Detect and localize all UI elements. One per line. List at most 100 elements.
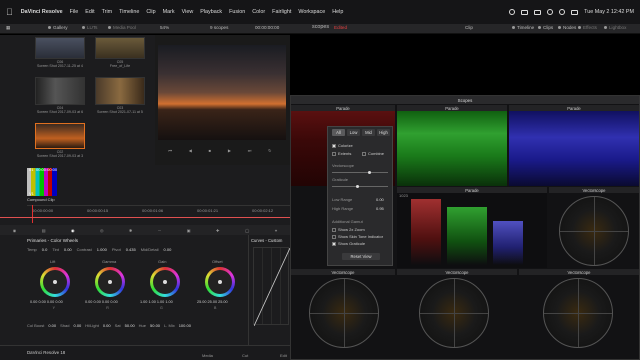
color-warper-icon[interactable]: ▣ (187, 228, 191, 233)
show-graticule-checkbox[interactable]: Show Graticule (332, 241, 365, 246)
contrast-value[interactable]: 1.000 (97, 247, 107, 252)
menu-file[interactable]: File (70, 9, 79, 15)
viewer-image[interactable] (158, 45, 286, 140)
menu-help[interactable]: Help (332, 9, 343, 15)
search-icon[interactable] (559, 9, 566, 15)
menu-fusion[interactable]: Fusion (229, 9, 245, 15)
battery-icon[interactable] (534, 9, 542, 15)
curves-graph[interactable] (253, 247, 290, 326)
gallery-button[interactable]: Gallery (48, 25, 68, 30)
low-range-value[interactable]: 0.00 (376, 197, 384, 202)
curves-icon[interactable]: ∽ (158, 228, 161, 233)
timeline-ruler[interactable]: 00:00:00:00 00:00:00:15 00:00:01:06 00:0… (27, 205, 290, 217)
color-wheels-icon[interactable]: ◉ (71, 228, 75, 233)
vectorscope-slider-knob[interactable] (368, 171, 371, 174)
lift-wheel[interactable] (40, 267, 70, 297)
luts-button[interactable]: LUTs (82, 25, 97, 30)
high-range-value[interactable]: 0.95 (376, 206, 384, 211)
vectorscope-slider[interactable] (332, 172, 388, 173)
gallery-thumb-1[interactable] (35, 37, 85, 59)
reset-view-button[interactable]: Reset View (342, 253, 380, 260)
sat-value[interactable]: 50.00 (125, 323, 135, 328)
graticule-slider[interactable] (332, 186, 388, 187)
gain-wheel[interactable] (150, 267, 180, 297)
zoom-level[interactable]: 54% (160, 25, 169, 30)
lmix-value[interactable]: 100.00 (179, 323, 191, 328)
show-skin-tone-checkbox[interactable]: Show Skin Tone Indicator (332, 234, 383, 239)
graticule-slider-knob[interactable] (356, 185, 359, 188)
play-icon[interactable]: ▶ (228, 148, 231, 153)
shad-value[interactable]: 0.00 (73, 323, 81, 328)
gallery-thumb-4[interactable] (95, 77, 145, 105)
hilight-value[interactable]: 0.00 (103, 323, 111, 328)
offset-values[interactable]: 25.00 25.00 25.00 (197, 300, 228, 304)
tab-all[interactable]: All (332, 129, 345, 136)
first-frame-icon[interactable]: ⏮ (168, 148, 172, 153)
tint-value[interactable]: 0.00 (64, 247, 72, 252)
gallery-thumb-3[interactable] (35, 77, 85, 105)
timeline-button[interactable]: Timeline (512, 25, 534, 30)
rgb-mixer-icon[interactable]: ◎ (100, 228, 104, 233)
menu-workspace[interactable]: Workspace (298, 9, 325, 15)
tab-low[interactable]: Low (347, 129, 360, 136)
camera-raw-icon[interactable]: ◉ (13, 228, 17, 233)
scale-top: 1023 (399, 193, 408, 198)
combine-checkbox[interactable]: Combine (362, 151, 384, 156)
gamma-wheel[interactable] (95, 267, 125, 297)
tab-mid[interactable]: Mid (362, 129, 375, 136)
menu-app[interactable]: DaVinci Resolve (21, 9, 63, 15)
menu-edit[interactable]: Edit (85, 9, 94, 15)
reverse-icon[interactable]: ◀ (189, 148, 192, 153)
qualifier-icon[interactable]: ✚ (216, 228, 219, 233)
temp-value[interactable]: 0.0 (42, 247, 48, 252)
nodes-button[interactable]: Nodes (558, 25, 576, 30)
stop-icon[interactable]: ■ (209, 148, 211, 153)
effects-button[interactable]: Effects (578, 25, 597, 30)
clip-button[interactable]: Clip (465, 25, 473, 30)
media-page-button[interactable]: Media (202, 353, 213, 358)
media-pool-button[interactable]: Media Pool (108, 25, 136, 30)
offset-wheel[interactable] (205, 267, 235, 297)
gallery-thumb-2[interactable] (95, 37, 145, 59)
clips-button[interactable]: Clips (538, 25, 553, 30)
apple-icon[interactable]:  (6, 7, 13, 17)
menu-playback[interactable]: Playback (200, 9, 222, 15)
media-pool-toggle-icon[interactable]: ▦ (6, 25, 10, 31)
record-icon[interactable] (509, 9, 516, 15)
menu-color[interactable]: Color (252, 9, 265, 15)
lift-values[interactable]: 0.00 0.00 0.00 0.00 (30, 300, 63, 304)
hue-value[interactable]: 50.00 (150, 323, 160, 328)
gamma-values[interactable]: 0.00 0.00 0.00 0.00 (85, 300, 118, 304)
colboost-value[interactable]: 0.00 (48, 323, 56, 328)
color-match-icon[interactable]: ▤ (42, 228, 46, 233)
last-frame-icon[interactable]: ⏭ (248, 148, 252, 153)
loop-icon[interactable]: ↻ (268, 148, 271, 153)
menu-timeline[interactable]: Timeline (119, 9, 139, 15)
window-icon[interactable]: ◯ (245, 228, 249, 233)
wifi-icon[interactable] (547, 9, 554, 15)
primaries-panel: Primaries - Color Wheels Temp 0.0 Tint 0.0… (0, 235, 248, 345)
tab-high[interactable]: High (377, 129, 390, 136)
middetail-value[interactable]: 0.00 (164, 247, 172, 252)
edit-page-button[interactable]: Edit (280, 353, 287, 358)
scopes-titlebar[interactable]: Scopes (291, 96, 639, 104)
control-center-icon[interactable] (571, 9, 579, 15)
extents-checkbox[interactable]: Extents (332, 151, 351, 156)
motion-effects-icon[interactable]: ✱ (129, 228, 132, 233)
menu-fairlight[interactable]: Fairlight (272, 9, 291, 15)
display-icon[interactable] (521, 9, 529, 15)
show-2x-zoom-checkbox[interactable]: Show 2x Zoom (332, 227, 365, 232)
tracker-icon[interactable]: ⌖ (275, 228, 277, 233)
gain-values[interactable]: 1.00 1.00 1.00 1.00 (140, 300, 173, 304)
gallery-thumb-5-name: C02 Screen Shot 2017-09-03 at 3 (36, 150, 84, 158)
menu-trim[interactable]: Trim (102, 9, 113, 15)
cut-page-button[interactable]: Cut (242, 353, 248, 358)
pivot-value[interactable]: 0.435 (126, 247, 136, 252)
gallery-thumb-5[interactable] (35, 123, 85, 149)
menu-mark[interactable]: Mark (163, 9, 175, 15)
menu-clip[interactable]: Clip (146, 9, 155, 15)
lightbox-button[interactable]: Lightbox (604, 25, 626, 30)
playhead[interactable] (32, 205, 33, 223)
menu-view[interactable]: View (182, 9, 194, 15)
colorize-checkbox[interactable]: Colorize (332, 143, 353, 148)
